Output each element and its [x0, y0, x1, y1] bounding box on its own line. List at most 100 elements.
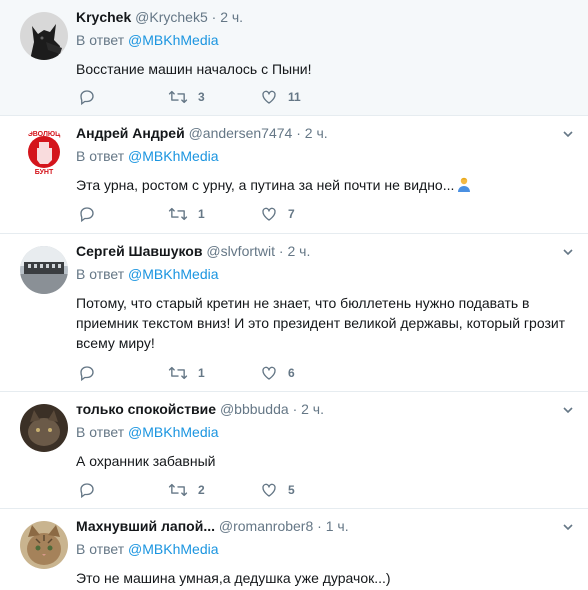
retweet-icon: [168, 366, 188, 380]
separator-dot: ·: [292, 401, 298, 417]
author-name[interactable]: только спокойствие: [76, 401, 216, 417]
tweet-header: Сергей Шавшуков @slvfortwit · 2 ч.: [76, 242, 574, 261]
tweet-time[interactable]: 2 ч.: [287, 243, 310, 259]
author-handle[interactable]: @Krychek5: [135, 9, 208, 25]
author-name[interactable]: Андрей Андрей: [76, 125, 185, 141]
tweet-time[interactable]: 2 ч.: [301, 401, 324, 417]
reply-mention-link[interactable]: @MBKhMedia: [128, 32, 218, 48]
person-shrugging-emoji-icon: [458, 177, 471, 192]
like-button[interactable]: 5: [260, 481, 300, 499]
tabby-cat-avatar-icon: [20, 521, 68, 569]
author-handle[interactable]: @slvfortwit: [206, 243, 275, 259]
reply-icon: [80, 366, 94, 382]
tweet-text: А охранник забавный: [76, 453, 216, 469]
retweet-button[interactable]: 2: [168, 481, 210, 499]
reply-prefix: В ответ: [76, 541, 125, 557]
reply-button[interactable]: [78, 364, 118, 382]
separator-dot: ·: [211, 9, 217, 25]
reply-context: В ответ @MBKhMedia: [76, 540, 574, 559]
retweet-icon: [168, 207, 188, 221]
tweet-header: только спокойствие @bbbudda · 2 ч.: [76, 400, 574, 419]
cat-dark-avatar-icon: [20, 404, 68, 452]
tweet-time[interactable]: 2 ч.: [305, 125, 328, 141]
reply-prefix: В ответ: [76, 148, 125, 164]
like-button[interactable]: 7: [260, 205, 300, 223]
like-button[interactable]: 11: [260, 88, 301, 106]
like-count: 7: [288, 207, 295, 221]
heart-icon: [262, 207, 276, 221]
separator-dot: ·: [317, 518, 322, 534]
separator-dot: ·: [278, 243, 284, 259]
reply-icon: [80, 207, 94, 223]
retweet-count: 1: [198, 207, 205, 221]
tweet-time[interactable]: 1 ч.: [326, 518, 349, 534]
heart-icon: [262, 483, 276, 497]
avatar[interactable]: [20, 404, 68, 452]
revolution-logo-avatar-icon: ЭВОЛЮЦ БУНТ: [20, 128, 68, 176]
like-count: 11: [288, 90, 301, 104]
tweet-text: Эта урна, ростом с урну, а путина за ней…: [76, 177, 455, 193]
retweet-button[interactable]: 3: [168, 88, 210, 106]
tweet[interactable]: Махнувший лапой... @romanrober8 · 1 ч. В…: [0, 509, 588, 590]
reply-prefix: В ответ: [76, 32, 125, 48]
reply-prefix: В ответ: [76, 424, 125, 440]
retweet-button[interactable]: 1: [168, 364, 210, 382]
author-name[interactable]: Махнувший лапой...: [76, 518, 215, 534]
avatar[interactable]: [20, 12, 68, 60]
retweet-count: 2: [198, 483, 205, 497]
tweet[interactable]: ЭВОЛЮЦ БУНТ Андрей Андрей @andersen7474 …: [0, 116, 588, 234]
tweet-header: Krychek @Krychek5 · 2 ч.: [76, 8, 574, 27]
heart-icon: [262, 90, 276, 104]
reply-icon: [80, 483, 94, 499]
tweet-text: Потому, что старый кретин не знает, что …: [76, 295, 566, 351]
retweet-count: 3: [198, 90, 205, 104]
tweet-text: Восстание машин началось с Пыни!: [76, 61, 312, 77]
avatar[interactable]: [20, 246, 68, 294]
heart-icon: [262, 366, 276, 380]
retweet-icon: [168, 483, 188, 497]
tweet-header: Андрей Андрей @andersen7474 · 2 ч.: [76, 124, 574, 143]
like-button[interactable]: 6: [260, 364, 300, 382]
like-count: 5: [288, 483, 295, 497]
tweet[interactable]: Сергей Шавшуков @slvfortwit · 2 ч. В отв…: [0, 234, 588, 392]
separator-dot: ·: [296, 125, 301, 141]
city-photo-avatar-icon: [20, 246, 68, 294]
retweet-button[interactable]: 1: [168, 205, 210, 223]
reply-mention-link[interactable]: @MBKhMedia: [128, 541, 218, 557]
svg-text:БУНТ: БУНТ: [35, 169, 54, 176]
reply-button[interactable]: [78, 481, 118, 499]
tweet-actions: 2 5: [78, 480, 350, 500]
author-handle[interactable]: @andersen7474: [189, 125, 293, 141]
reply-prefix: В ответ: [76, 266, 125, 282]
tweet-text: Это не машина умная,а дедушка уже дурачо…: [76, 570, 391, 586]
reply-mention-link[interactable]: @MBKhMedia: [128, 266, 218, 282]
reply-mention-link[interactable]: @MBKhMedia: [128, 424, 218, 440]
tweet[interactable]: только спокойствие @bbbudda · 2 ч. В отв…: [0, 392, 588, 509]
reply-context: В ответ @MBKhMedia: [76, 147, 574, 166]
author-name[interactable]: Krychek: [76, 9, 131, 25]
reply-button[interactable]: [78, 88, 118, 106]
avatar[interactable]: [20, 521, 68, 569]
svg-text:ЭВОЛЮЦ: ЭВОЛЮЦ: [28, 131, 61, 138]
reply-context: В ответ @MBKhMedia: [76, 265, 574, 284]
retweet-count: 1: [198, 366, 205, 380]
author-name[interactable]: Сергей Шавшуков: [76, 243, 202, 259]
reply-icon: [80, 90, 94, 106]
reply-mention-link[interactable]: @MBKhMedia: [128, 148, 218, 164]
author-handle[interactable]: @romanrober8: [219, 518, 313, 534]
author-handle[interactable]: @bbbudda: [220, 401, 289, 417]
reply-context: В ответ @MBKhMedia: [76, 31, 574, 50]
tweet-actions: 1 7: [78, 204, 350, 224]
tweet-header: Махнувший лапой... @romanrober8 · 1 ч.: [76, 517, 574, 536]
retweet-icon: [168, 90, 188, 104]
tweet-actions: 1 6: [78, 363, 350, 383]
tweet-text-container: Эта урна, ростом с урну, а путина за ней…: [76, 175, 574, 195]
like-count: 6: [288, 366, 295, 380]
tweet[interactable]: Krychek @Krychek5 · 2 ч. В ответ @MBKhMe…: [0, 0, 588, 116]
reply-button[interactable]: [78, 205, 118, 223]
dog-avatar-icon: [20, 12, 68, 60]
reply-context: В ответ @MBKhMedia: [76, 423, 574, 442]
avatar[interactable]: ЭВОЛЮЦ БУНТ: [20, 128, 68, 176]
tweet-time[interactable]: 2 ч.: [220, 9, 243, 25]
tweet-actions: 3 11: [78, 87, 351, 107]
